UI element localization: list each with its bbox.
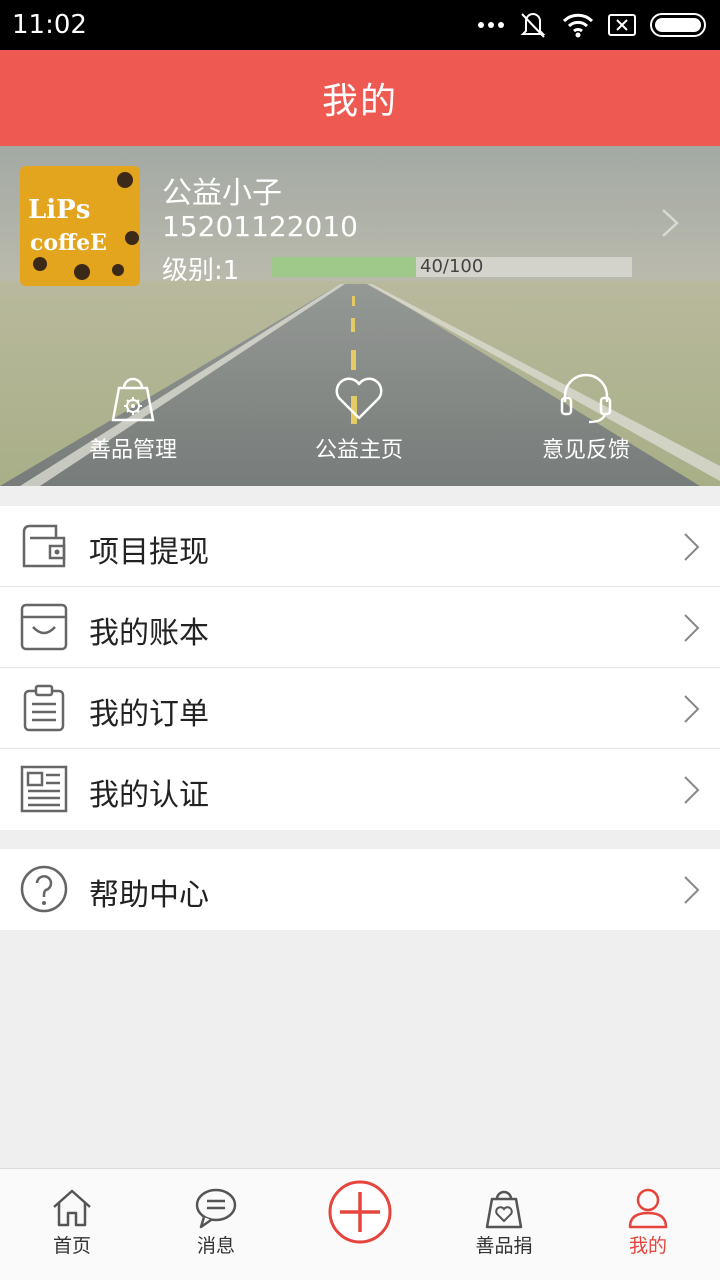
- home-icon: [53, 1189, 91, 1227]
- certificate-icon: [20, 765, 68, 813]
- menu-item-project-withdraw[interactable]: 项目提现: [0, 506, 720, 587]
- ledger-icon: [20, 603, 68, 651]
- vibrate-off-icon: [520, 13, 546, 38]
- tab-label: 消息: [196, 1235, 235, 1257]
- chevron-right-icon: [684, 776, 700, 804]
- tab-home[interactable]: 首页: [0, 1169, 144, 1280]
- tab-add[interactable]: [288, 1169, 432, 1280]
- level-label: 级别:1: [162, 256, 240, 286]
- message-icon: [195, 1188, 237, 1229]
- tab-label: 善品捐: [475, 1235, 533, 1257]
- profile-header: LiPs coffeE 公益小子 15201122010 级别:1 40/100…: [0, 146, 720, 486]
- header-bar: 我的: [0, 50, 720, 146]
- quick-action-goods-management[interactable]: 善品管理: [33, 372, 233, 464]
- tab-messages[interactable]: 消息: [144, 1169, 288, 1280]
- status-time: 11:02: [12, 10, 87, 40]
- avatar-text-line2: coffeE: [30, 230, 107, 256]
- battery-icon: [650, 13, 706, 37]
- add-circle-icon: [328, 1180, 392, 1244]
- level-progress-text: 40/100: [420, 256, 484, 277]
- menu-item-label: 我的订单: [89, 697, 209, 732]
- question-icon: [20, 865, 68, 913]
- user-icon: [628, 1188, 668, 1229]
- page-title: 我的: [321, 81, 398, 122]
- clipboard-icon: [23, 684, 65, 732]
- tab-label: 我的: [628, 1235, 667, 1257]
- bag-gear-icon: [111, 377, 155, 422]
- heart-icon: [335, 377, 383, 420]
- username: 公益小子: [162, 176, 282, 211]
- quick-action-feedback[interactable]: 意见反馈: [486, 372, 686, 464]
- menu-group-main: 项目提现 我的账本 我的订单 我的认证: [0, 506, 720, 830]
- tab-mine[interactable]: 我的: [576, 1169, 720, 1280]
- wifi-icon: [562, 13, 594, 38]
- level-progress-bar: 40/100: [272, 256, 632, 277]
- quick-action-charity-home[interactable]: 公益主页: [259, 372, 459, 464]
- tab-goods-donation[interactable]: 善品捐: [432, 1169, 576, 1280]
- avatar[interactable]: LiPs coffeE: [20, 166, 140, 286]
- profile-chevron-icon[interactable]: [660, 208, 680, 238]
- status-icons: [478, 10, 708, 40]
- menu-item-my-ledger[interactable]: 我的账本: [0, 587, 720, 668]
- more-dots-icon: [478, 22, 504, 28]
- menu-item-help-center[interactable]: 帮助中心: [0, 849, 720, 930]
- level-progress-fill: [272, 257, 416, 277]
- menu-group-help: 帮助中心: [0, 849, 720, 930]
- sim-off-icon: [608, 14, 636, 36]
- quick-action-label: 公益主页: [314, 438, 403, 463]
- menu-item-my-orders[interactable]: 我的订单: [0, 668, 720, 749]
- headset-icon: [560, 373, 612, 424]
- wallet-icon: [22, 524, 66, 568]
- phone-number: 15201122010: [162, 210, 358, 243]
- status-bar: 11:02: [0, 0, 720, 50]
- avatar-text-line1: LiPs: [28, 195, 90, 225]
- quick-action-label: 善品管理: [88, 438, 177, 463]
- chevron-right-icon: [684, 533, 700, 561]
- chevron-right-icon: [684, 614, 700, 642]
- menu-item-label: 我的认证: [89, 778, 209, 813]
- menu-item-label: 我的账本: [89, 616, 209, 651]
- chevron-right-icon: [684, 876, 700, 904]
- tab-label: 首页: [52, 1235, 91, 1257]
- bag-heart-icon: [485, 1190, 523, 1229]
- menu-item-label: 帮助中心: [89, 878, 209, 913]
- menu-item-label: 项目提现: [89, 535, 209, 570]
- menu-item-my-certification[interactable]: 我的认证: [0, 749, 720, 830]
- avatar-image: LiPs coffeE: [20, 166, 140, 286]
- chevron-right-icon: [684, 695, 700, 723]
- bottom-tab-bar: 首页 消息 善品捐 我的: [0, 1168, 720, 1280]
- quick-action-label: 意见反馈: [541, 438, 630, 463]
